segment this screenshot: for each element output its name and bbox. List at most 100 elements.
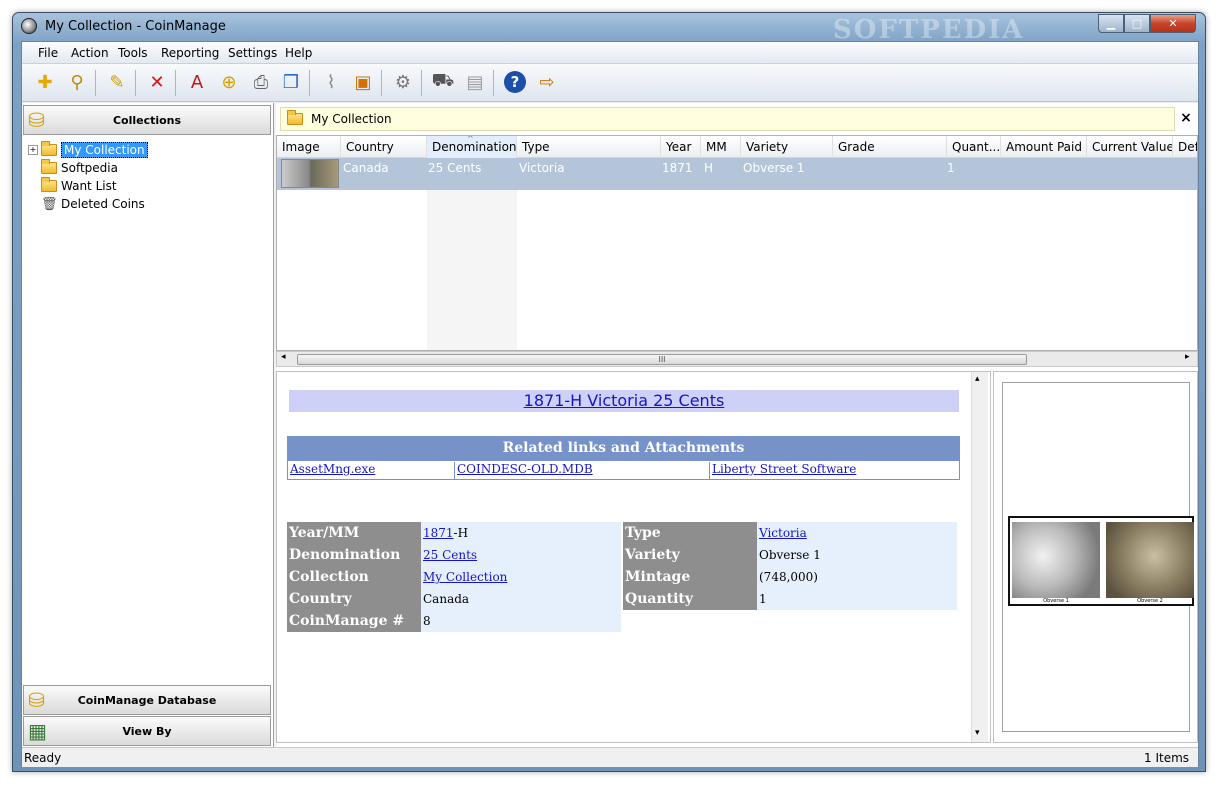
table-row[interactable]: Canada 25 Cents Victoria 1871 H Obverse … bbox=[277, 158, 1197, 190]
column-defe[interactable]: Defe bbox=[1173, 136, 1197, 158]
toolbar-separator bbox=[175, 70, 176, 96]
tree-item-label: Want List bbox=[61, 179, 117, 193]
breadcrumb-close-button[interactable]: × bbox=[1176, 107, 1196, 129]
settings-icon[interactable]: ⚙ bbox=[390, 69, 416, 95]
find-icon[interactable]: ⚲ bbox=[64, 69, 90, 95]
cell-quantity: 1 bbox=[947, 161, 955, 175]
view-by-icon: ▦ bbox=[28, 719, 47, 743]
cell-variety: Obverse 1 bbox=[743, 161, 805, 175]
column-current-value[interactable]: Current Value bbox=[1087, 136, 1173, 158]
expand-icon[interactable]: + bbox=[28, 145, 38, 155]
coin-thumbnail[interactable] bbox=[281, 159, 339, 188]
folder-icon bbox=[287, 110, 303, 125]
app-icon[interactable] bbox=[21, 18, 37, 34]
menu-settings[interactable]: Settings bbox=[228, 46, 277, 60]
label-quantity: Quantity bbox=[623, 588, 757, 610]
shopping-cart-icon[interactable]: ⛟ bbox=[430, 69, 456, 95]
year-link[interactable]: 1871 bbox=[423, 526, 454, 540]
collection-link[interactable]: My Collection bbox=[423, 570, 507, 584]
print-icon[interactable]: ⎙ bbox=[248, 69, 274, 95]
value-country: Canada bbox=[421, 588, 621, 610]
coin-image-label: Obverse 1 bbox=[1043, 598, 1069, 604]
coin-image-obverse-1[interactable] bbox=[1012, 522, 1100, 598]
menu-bar: File Action Tools Reporting Settings Hel… bbox=[22, 42, 1198, 64]
attach-icon[interactable]: ⌇ bbox=[318, 69, 344, 95]
left-panel: ⛁ Collections + My Collection Softpedia … bbox=[22, 103, 274, 747]
export-icon[interactable]: ▤ bbox=[462, 69, 488, 95]
move-icon[interactable]: ❒ bbox=[278, 69, 304, 95]
tree-item-label: Softpedia bbox=[61, 161, 118, 175]
label-variety: Variety bbox=[623, 544, 757, 566]
menu-action[interactable]: Action bbox=[71, 46, 109, 60]
menu-help[interactable]: Help bbox=[285, 46, 312, 60]
view-by-header[interactable]: ▦ View By bbox=[23, 716, 271, 746]
minimize-icon: ▁ bbox=[1106, 17, 1116, 30]
database-icon: ⛁ bbox=[28, 688, 45, 712]
folder-icon bbox=[41, 177, 57, 192]
column-denomination-label: Denomination bbox=[432, 140, 517, 154]
link-coindesc[interactable]: COINDESC-OLD.MDB bbox=[455, 462, 710, 480]
column-variety[interactable]: Variety bbox=[741, 136, 833, 158]
label-country: Country bbox=[287, 588, 421, 610]
coin-image-obverse-2[interactable] bbox=[1106, 522, 1194, 598]
column-denomination[interactable]: Denomination ^ bbox=[427, 136, 517, 158]
column-image[interactable]: Image bbox=[277, 136, 341, 158]
denomination-link[interactable]: 25 Cents bbox=[423, 548, 477, 562]
breadcrumb-label: My Collection bbox=[311, 112, 392, 126]
sorted-column-shade bbox=[427, 190, 517, 350]
link-assetmng[interactable]: AssetMng.exe bbox=[288, 462, 455, 480]
menu-tools[interactable]: Tools bbox=[118, 46, 148, 60]
menu-file[interactable]: File bbox=[38, 46, 58, 60]
column-country[interactable]: Country bbox=[341, 136, 427, 158]
add-coin-icon[interactable]: ✚ bbox=[32, 69, 58, 95]
vertical-scrollbar[interactable]: ▴ ▾ bbox=[971, 372, 988, 742]
coinmanage-database-header[interactable]: ⛁ CoinManage Database bbox=[23, 685, 271, 715]
search-icon[interactable]: A bbox=[184, 69, 210, 95]
title-bar[interactable]: My Collection - CoinManage SOFTPEDIA ▁ □… bbox=[13, 13, 1205, 45]
link-liberty-street[interactable]: Liberty Street Software bbox=[710, 462, 959, 480]
label-mintage: Mintage bbox=[623, 566, 757, 588]
column-amount-paid[interactable]: Amount Paid bbox=[1001, 136, 1087, 158]
maximize-button[interactable]: □ bbox=[1124, 14, 1150, 33]
help-icon[interactable]: ? bbox=[502, 69, 528, 95]
scroll-right-icon[interactable]: ▸ bbox=[1185, 352, 1190, 362]
minimize-button[interactable]: ▁ bbox=[1098, 14, 1124, 33]
collections-header[interactable]: ⛁ Collections bbox=[23, 105, 271, 135]
related-links-row: AssetMng.exe COINDESC-OLD.MDB Liberty St… bbox=[287, 460, 960, 480]
type-link[interactable]: Victoria bbox=[759, 526, 807, 540]
status-bar: Ready 1 Items bbox=[22, 747, 1198, 767]
add-image-icon[interactable]: ▣ bbox=[350, 69, 376, 95]
column-grade[interactable]: Grade bbox=[833, 136, 947, 158]
label-coinmanage-number: CoinManage # bbox=[287, 610, 421, 632]
tree-item-label: My Collection bbox=[61, 142, 148, 158]
menu-reporting[interactable]: Reporting bbox=[161, 46, 219, 60]
tree-item-want-list[interactable]: Want List bbox=[41, 177, 117, 195]
column-year[interactable]: Year bbox=[661, 136, 701, 158]
tree-item-softpedia[interactable]: Softpedia bbox=[41, 159, 118, 177]
breadcrumb: My Collection bbox=[280, 107, 1175, 131]
tree-item-my-collection[interactable]: + My Collection bbox=[28, 141, 148, 159]
close-button[interactable]: ✕ bbox=[1150, 14, 1196, 33]
add-coins-icon[interactable]: ⊕ bbox=[216, 69, 242, 95]
horizontal-scrollbar[interactable]: ◂ III ▸ bbox=[276, 351, 1198, 367]
client-area: File Action Tools Reporting Settings Hel… bbox=[21, 41, 1199, 767]
coin-details: 1871-H Victoria 25 Cents Related links a… bbox=[276, 371, 991, 743]
exit-icon[interactable]: ⇨ bbox=[534, 69, 560, 95]
toolbar: ✚ ⚲ ✎ ✕ A ⊕ ⎙ ❒ ⌇ ▣ ⚙ ⛟ ▤ ? ⇨ bbox=[22, 64, 1198, 102]
delete-icon[interactable]: ✕ bbox=[144, 69, 170, 95]
coin-images[interactable]: Obverse 1 Obverse 2 bbox=[1008, 516, 1194, 606]
scroll-thumb[interactable]: III bbox=[297, 354, 1027, 365]
column-quantity[interactable]: Quant... bbox=[947, 136, 1001, 158]
status-item-count: 1 Items bbox=[1144, 751, 1190, 765]
cell-country: Canada bbox=[343, 161, 389, 175]
scroll-up-icon[interactable]: ▴ bbox=[975, 374, 980, 384]
scroll-down-icon[interactable]: ▾ bbox=[975, 728, 980, 738]
tree-item-deleted-coins[interactable]: 🗑 Deleted Coins bbox=[41, 195, 145, 213]
close-icon: ✕ bbox=[1168, 17, 1178, 30]
column-type[interactable]: Type bbox=[517, 136, 661, 158]
scroll-left-icon[interactable]: ◂ bbox=[281, 352, 286, 362]
coin-title-link[interactable]: 1871-H Victoria 25 Cents bbox=[289, 390, 959, 412]
cell-year: 1871 bbox=[662, 161, 693, 175]
edit-icon[interactable]: ✎ bbox=[104, 69, 130, 95]
column-mm[interactable]: MM bbox=[701, 136, 741, 158]
